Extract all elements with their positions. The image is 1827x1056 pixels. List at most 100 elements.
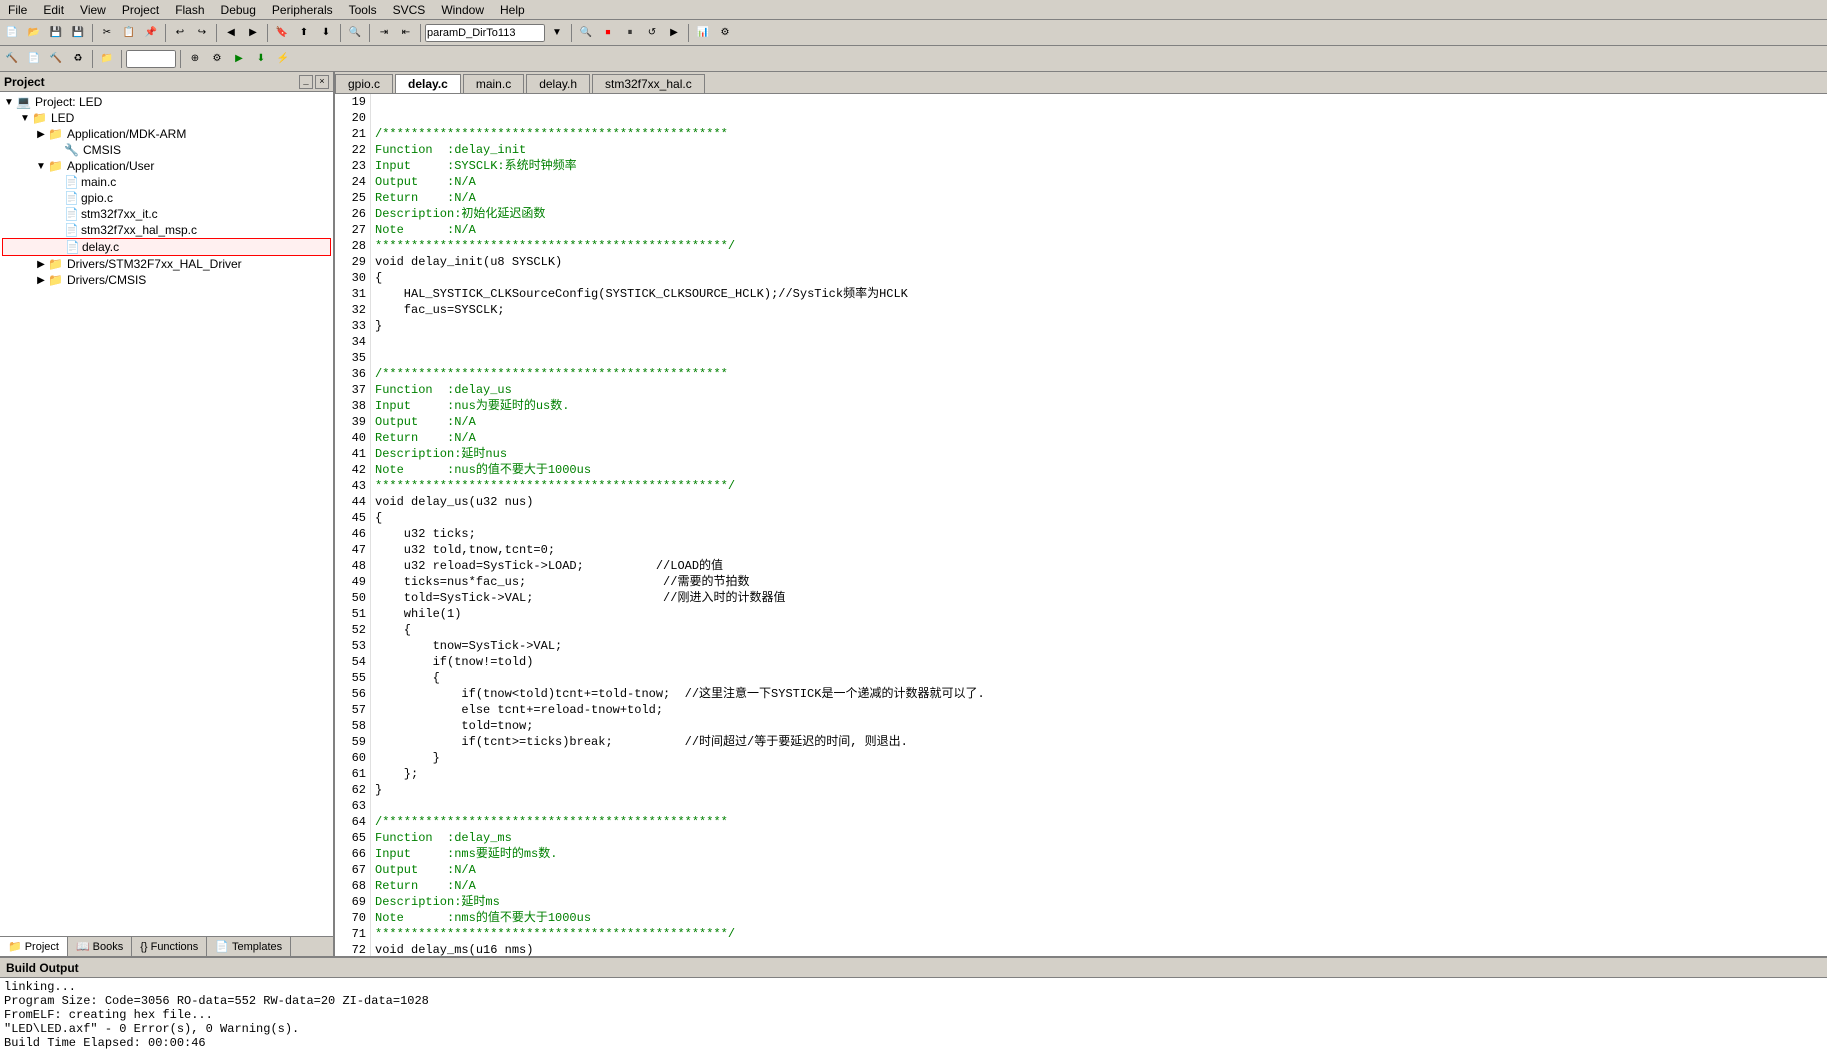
code-line-43[interactable]: ****************************************…	[375, 478, 1823, 494]
code-line-38[interactable]: Input :nus为要延时的us数.	[375, 398, 1823, 414]
tab-project[interactable]: 📁 Project	[0, 937, 68, 956]
undo-btn[interactable]: ↩	[170, 23, 190, 43]
bookmark-btn[interactable]: 🔖	[272, 23, 292, 43]
tree-item-delay-c[interactable]: 📄 delay.c	[2, 238, 331, 256]
code-line-20[interactable]	[375, 110, 1823, 126]
tree-item-root[interactable]: ▼ 💻 Project: LED	[2, 94, 331, 110]
build-target-btn[interactable]: 🔨	[2, 49, 22, 69]
project-name-input[interactable]: LED	[126, 50, 176, 68]
code-line-64[interactable]: /***************************************…	[375, 814, 1823, 830]
panel-minimize-btn[interactable]: _	[299, 75, 313, 89]
code-line-34[interactable]	[375, 334, 1823, 350]
code-line-71[interactable]: ****************************************…	[375, 926, 1823, 942]
menu-edit[interactable]: Edit	[35, 3, 72, 17]
code-line-67[interactable]: Output :N/A	[375, 862, 1823, 878]
reset-btn[interactable]: ↺	[642, 23, 662, 43]
menu-window[interactable]: Window	[433, 3, 492, 17]
code-line-36[interactable]: /***************************************…	[375, 366, 1823, 382]
editor-tab-delay-h[interactable]: delay.h	[526, 74, 590, 93]
options-btn[interactable]: ⚙	[207, 49, 227, 69]
menu-project[interactable]: Project	[114, 3, 167, 17]
code-line-29[interactable]: void delay_init(u8 SYSCLK)	[375, 254, 1823, 270]
manage-btn[interactable]: 📁	[97, 49, 117, 69]
tree-item-stm32-it[interactable]: 📄 stm32f7xx_it.c	[2, 206, 331, 222]
code-line-68[interactable]: Return :N/A	[375, 878, 1823, 894]
target-input[interactable]	[425, 24, 545, 42]
code-line-33[interactable]: }	[375, 318, 1823, 334]
code-line-24[interactable]: Output :N/A	[375, 174, 1823, 190]
menu-file[interactable]: File	[0, 3, 35, 17]
code-line-70[interactable]: Note :nms的值不要大于1000us	[375, 910, 1823, 926]
prev-bookmark-btn[interactable]: ⬆	[294, 23, 314, 43]
menu-view[interactable]: View	[72, 3, 114, 17]
menu-help[interactable]: Help	[492, 3, 533, 17]
debug-start-btn[interactable]: ▶	[229, 49, 249, 69]
code-line-37[interactable]: Function :delay_us	[375, 382, 1823, 398]
menu-svcs[interactable]: SVCS	[385, 3, 434, 17]
editor-tab-stm32-hal[interactable]: stm32f7xx_hal.c	[592, 74, 705, 93]
code-line-66[interactable]: Input :nms要延时的ms数.	[375, 846, 1823, 862]
code-line-72[interactable]: void delay_ms(u16 nms)	[375, 942, 1823, 956]
code-line-44[interactable]: void delay_us(u32 nus)	[375, 494, 1823, 510]
indent-btn[interactable]: ⇥	[374, 23, 394, 43]
code-line-22[interactable]: Function :delay_init	[375, 142, 1823, 158]
code-line-42[interactable]: Note :nus的值不要大于1000us	[375, 462, 1823, 478]
pause-btn[interactable]: ⏸	[620, 23, 640, 43]
unindent-btn[interactable]: ⇤	[396, 23, 416, 43]
rebuild-btn[interactable]: ♻	[68, 49, 88, 69]
menu-debug[interactable]: Debug	[213, 3, 264, 17]
code-line-39[interactable]: Output :N/A	[375, 414, 1823, 430]
panel-close-btn[interactable]: ×	[315, 75, 329, 89]
editor-tab-main[interactable]: main.c	[463, 74, 524, 93]
monitor-btn[interactable]: 📊	[693, 23, 713, 43]
tree-item-cmsis[interactable]: 🔧 CMSIS	[2, 142, 331, 158]
open-btn[interactable]: 📂	[24, 23, 44, 43]
code-line-60[interactable]: }	[375, 750, 1823, 766]
menu-flash[interactable]: Flash	[167, 3, 212, 17]
code-line-30[interactable]: {	[375, 270, 1823, 286]
code-line-25[interactable]: Return :N/A	[375, 190, 1823, 206]
next-bookmark-btn[interactable]: ⬇	[316, 23, 336, 43]
code-line-53[interactable]: tnow=SysTick->VAL;	[375, 638, 1823, 654]
back-btn[interactable]: ◀	[221, 23, 241, 43]
code-line-27[interactable]: Note :N/A	[375, 222, 1823, 238]
editor-tab-gpio[interactable]: gpio.c	[335, 74, 393, 93]
build-btn[interactable]: 🔨	[46, 49, 66, 69]
code-line-19[interactable]	[375, 94, 1823, 110]
code-line-47[interactable]: u32 told,tnow,tcnt=0;	[375, 542, 1823, 558]
code-line-52[interactable]: {	[375, 622, 1823, 638]
add-component-btn[interactable]: ⊕	[185, 49, 205, 69]
code-line-65[interactable]: Function :delay_ms	[375, 830, 1823, 846]
paste-btn[interactable]: 📌	[141, 23, 161, 43]
code-line-45[interactable]: {	[375, 510, 1823, 526]
tree-item-mdk-arm[interactable]: ▶ 📁 Application/MDK-ARM	[2, 126, 331, 142]
code-line-31[interactable]: HAL_SYSTICK_CLKSourceConfig(SYSTICK_CLKS…	[375, 286, 1823, 302]
tree-item-stm32-msp[interactable]: 📄 stm32f7xx_hal_msp.c	[2, 222, 331, 238]
code-content[interactable]: /***************************************…	[371, 94, 1827, 956]
code-line-46[interactable]: u32 ticks;	[375, 526, 1823, 542]
tree-item-led[interactable]: ▼ 📁 LED	[2, 110, 331, 126]
code-line-40[interactable]: Return :N/A	[375, 430, 1823, 446]
tab-templates[interactable]: 📄 Templates	[207, 937, 291, 956]
settings-btn[interactable]: ⚙	[715, 23, 735, 43]
tree-item-app-user[interactable]: ▼ 📁 Application/User	[2, 158, 331, 174]
code-line-32[interactable]: fac_us=SYSCLK;	[375, 302, 1823, 318]
flash-download-btn[interactable]: ⚡	[273, 49, 293, 69]
tree-item-drv-stm32[interactable]: ▶ 📁 Drivers/STM32F7xx_HAL_Driver	[2, 256, 331, 272]
code-line-62[interactable]: }	[375, 782, 1823, 798]
code-line-26[interactable]: Description:初始化延迟函数	[375, 206, 1823, 222]
editor-tab-delay[interactable]: delay.c	[395, 74, 461, 93]
code-line-61[interactable]: };	[375, 766, 1823, 782]
save-btn[interactable]: 💾	[46, 23, 66, 43]
code-line-48[interactable]: u32 reload=SysTick->LOAD; //LOAD的值	[375, 558, 1823, 574]
new-file-btn[interactable]: 📄	[2, 23, 22, 43]
stop-btn[interactable]: ⏹	[598, 23, 618, 43]
menu-peripherals[interactable]: Peripherals	[264, 3, 341, 17]
code-editor[interactable]: 1920212223242526272829303132333435363738…	[335, 94, 1827, 956]
download-btn[interactable]: ⬇	[251, 49, 271, 69]
code-line-51[interactable]: while(1)	[375, 606, 1823, 622]
compile-btn[interactable]: 📄	[24, 49, 44, 69]
code-line-49[interactable]: ticks=nus*fac_us; //需要的节拍数	[375, 574, 1823, 590]
zoom-btn[interactable]: 🔍	[576, 23, 596, 43]
code-line-54[interactable]: if(tnow!=told)	[375, 654, 1823, 670]
